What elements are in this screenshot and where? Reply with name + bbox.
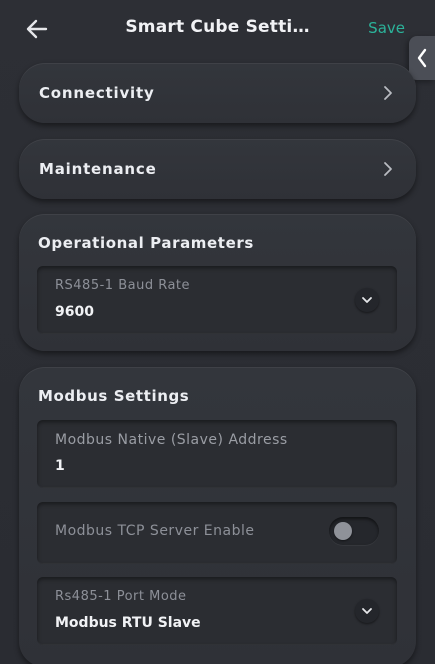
maintenance-label: Maintenance bbox=[39, 160, 157, 178]
toggle-knob bbox=[334, 522, 352, 540]
chevron-right-icon bbox=[380, 161, 396, 177]
chevron-right-icon bbox=[380, 85, 396, 101]
field-label: Rs485-1 Port Mode bbox=[55, 589, 187, 604]
save-button[interactable]: Save bbox=[368, 19, 405, 37]
chevron-down-icon[interactable] bbox=[355, 288, 379, 312]
field-label: Modbus TCP Server Enable bbox=[55, 523, 255, 539]
maintenance-row[interactable]: Maintenance bbox=[19, 139, 416, 199]
field-label: RS485-1 Baud Rate bbox=[55, 278, 191, 293]
field-value: Modbus RTU Slave bbox=[55, 615, 201, 631]
modbus-settings-card: Modbus Settings Modbus Native (Slave) Ad… bbox=[19, 367, 416, 664]
field-value: 1 bbox=[55, 458, 65, 474]
chevron-left-icon bbox=[417, 48, 427, 68]
connectivity-label: Connectivity bbox=[39, 84, 155, 102]
baud-rate-select[interactable]: RS485-1 Baud Rate 9600 bbox=[37, 266, 397, 334]
field-label: Modbus Native (Slave) Address bbox=[55, 432, 288, 448]
field-value: 9600 bbox=[55, 304, 94, 320]
settings-screen: Smart Cube Setti… Save Connectivity Main… bbox=[0, 0, 435, 664]
side-panel-handle[interactable] bbox=[409, 36, 435, 80]
modbus-address-field[interactable]: Modbus Native (Slave) Address 1 bbox=[37, 420, 397, 488]
section-title: Modbus Settings bbox=[38, 387, 190, 405]
tcp-server-toggle[interactable] bbox=[329, 517, 379, 545]
connectivity-row[interactable]: Connectivity bbox=[19, 63, 416, 123]
operational-parameters-card: Operational Parameters RS485-1 Baud Rate… bbox=[19, 214, 416, 351]
tcp-server-row: Modbus TCP Server Enable bbox=[37, 502, 397, 564]
header: Smart Cube Setti… Save bbox=[0, 0, 435, 58]
section-title: Operational Parameters bbox=[38, 234, 254, 252]
port-mode-select[interactable]: Rs485-1 Port Mode Modbus RTU Slave bbox=[37, 577, 397, 645]
chevron-down-icon[interactable] bbox=[355, 599, 379, 623]
